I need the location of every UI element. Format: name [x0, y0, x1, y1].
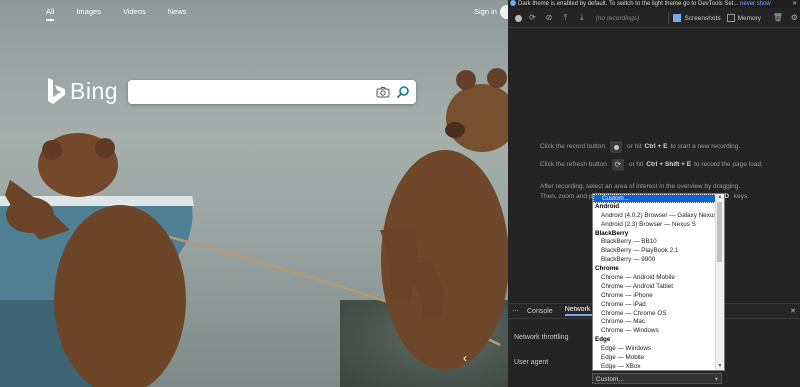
download-icon[interactable]: ⤓ — [576, 12, 587, 24]
more-tools-icon[interactable]: ⋯ — [512, 307, 519, 315]
user-agent-option[interactable]: Chrome — iPhone — [593, 292, 717, 301]
bing-homepage: All Images Videos News Sign in Bing ‹ — [0, 0, 508, 387]
user-agent-option[interactable]: Chrome — Android Tablet — [593, 283, 717, 292]
shortcut-key: Ctrl + Shift + E — [646, 161, 692, 168]
user-agent-select[interactable]: Custom... ▾ — [592, 373, 722, 384]
hint-text: to start a new recording. — [670, 143, 741, 150]
checkbox-unchecked-icon — [726, 14, 735, 22]
option-group-label: BlackBerry — [595, 229, 629, 237]
screenshots-label: Screenshots — [684, 14, 721, 22]
background-photo-bears — [0, 68, 508, 387]
hint-text: After recording, select an area of inter… — [540, 183, 741, 190]
user-agent-option[interactable]: BlackBerry — PlayBook 2.1 — [593, 247, 717, 256]
recordings-dropdown[interactable]: (no recordings) — [596, 15, 665, 22]
user-agent-option[interactable]: Chrome — Android Mobile — [593, 274, 717, 283]
trash-icon[interactable]: 🗑 — [772, 12, 783, 24]
screenshots-checkbox[interactable]: Screenshots — [673, 14, 721, 22]
user-agent-selected-value: Custom... — [596, 376, 624, 383]
network-throttling-label: Network throttling — [514, 334, 569, 341]
dropdown-scrollbar[interactable]: ▲ ▼ — [715, 194, 724, 370]
nav-videos[interactable]: Videos — [123, 7, 146, 21]
option-group-label: Edge — [595, 336, 611, 344]
user-agent-option[interactable]: Edge — XBox — [593, 363, 717, 370]
option-group-label: Android — [595, 202, 620, 210]
hint-text: or hit — [628, 161, 644, 168]
close-icon[interactable]: ✕ — [792, 0, 797, 8]
clear-icon[interactable]: ⊘ — [543, 12, 554, 24]
nav-news[interactable]: News — [168, 7, 187, 21]
record-hint-button[interactable] — [610, 141, 623, 153]
nav-all[interactable]: All — [46, 7, 55, 21]
user-agent-label: User agent — [514, 359, 549, 366]
never-show-link[interactable]: never show — [740, 1, 771, 7]
bing-logo[interactable]: Bing — [46, 77, 118, 105]
hint-text: keys. — [733, 193, 750, 200]
user-agent-option[interactable]: Chrome — iPad — [593, 301, 717, 310]
user-agent-option[interactable]: Chrome — Mac — [593, 318, 717, 327]
nav-images[interactable]: Images — [76, 7, 101, 21]
infobar-text: Dark theme is enabled by default. To swi… — [518, 1, 739, 7]
gear-icon[interactable]: ⚙ — [789, 12, 800, 24]
upload-icon[interactable]: ⤒ — [560, 12, 571, 24]
scrollbar-thumb[interactable] — [717, 202, 722, 262]
hint-text: or hit — [627, 143, 642, 150]
search-icon[interactable] — [396, 85, 410, 99]
user-agent-option[interactable]: Edge — Windows — [593, 345, 717, 354]
infobar: Dark theme is enabled by default. To swi… — [508, 0, 800, 8]
record-icon — [613, 144, 619, 150]
record-button[interactable] — [515, 14, 522, 22]
hint-text: Click the refresh button — [540, 161, 607, 168]
info-icon — [510, 0, 516, 7]
user-agent-option[interactable]: BlackBerry — BB10 — [593, 238, 717, 247]
bing-logo-text: Bing — [70, 77, 119, 104]
tab-console[interactable]: Console — [527, 308, 553, 315]
hint-text: Click the record button — [540, 143, 606, 150]
checkbox-checked-icon — [673, 14, 682, 22]
user-agent-option[interactable]: Android (2.3) Browser — Nexus S — [593, 221, 717, 230]
camera-icon[interactable] — [376, 85, 390, 99]
refresh-hint-button[interactable]: ⟳ — [611, 159, 624, 171]
user-agent-option[interactable]: Android (4.0.2) Browser — Galaxy Nexus — [593, 212, 717, 221]
user-agent-option[interactable]: Chrome — Windows — [593, 327, 717, 336]
previous-image-button[interactable]: ‹ — [456, 349, 474, 367]
hint-text: to record the page load. — [694, 161, 763, 168]
memory-checkbox[interactable]: Memory — [726, 14, 762, 22]
user-agent-option[interactable]: Custom... — [593, 194, 717, 203]
user-agent-dropdown-list[interactable]: Custom... Android Android (4.0.2) Browser … — [592, 193, 725, 371]
chevron-down-icon: ▾ — [714, 376, 718, 383]
bing-logo-icon — [48, 78, 65, 104]
bing-top-nav: All Images Videos News — [46, 7, 209, 21]
scroll-up-icon[interactable]: ▲ — [716, 194, 724, 201]
user-agent-option[interactable]: BlackBerry — 9900 — [593, 256, 717, 265]
reload-icon: ⟳ — [614, 160, 622, 169]
reload-icon[interactable]: ⟳ — [527, 12, 538, 24]
close-icon[interactable]: ✕ — [790, 307, 796, 315]
option-group-label: Chrome — [595, 265, 619, 273]
scroll-down-icon[interactable]: ▼ — [716, 363, 724, 370]
sign-in-link[interactable]: Sign in — [474, 7, 497, 16]
performance-toolbar: ⟳ ⊘ ⤒ ⤓ (no recordings) Screenshots Memo… — [508, 9, 800, 28]
avatar[interactable] — [500, 5, 508, 19]
user-agent-options: Custom... Android Android (4.0.2) Browser … — [593, 194, 717, 370]
toolbar-divider — [668, 12, 670, 24]
shortcut-key: Ctrl + E — [644, 143, 668, 150]
user-agent-option[interactable]: Edge — Mobile — [593, 354, 717, 363]
user-agent-option[interactable]: Chrome — Chrome OS — [593, 310, 717, 319]
search-input[interactable] — [128, 80, 416, 104]
memory-label: Memory — [737, 14, 762, 22]
